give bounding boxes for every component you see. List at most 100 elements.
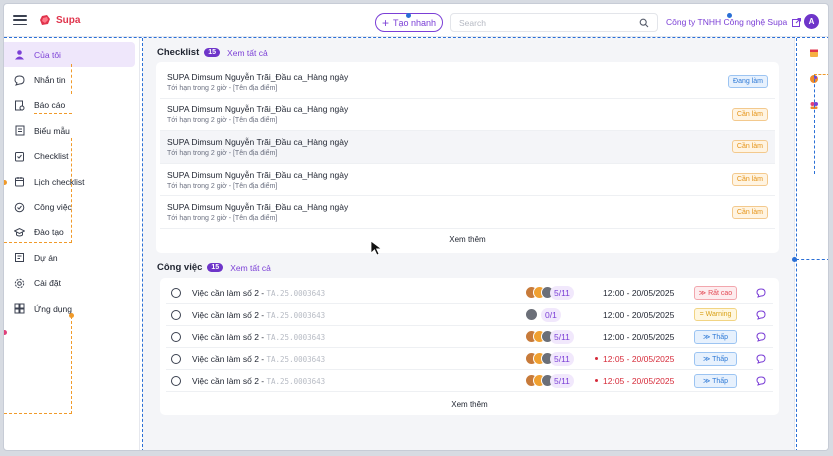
task-row[interactable]: Việc cần làm số 2 - TA.25.0003643 0/1 12… [166, 304, 773, 326]
status-badge: Cần làm [731, 107, 768, 121]
task-icon [14, 202, 25, 212]
search-box[interactable] [450, 13, 658, 32]
app-name: Supa [56, 14, 81, 26]
report-icon [15, 100, 25, 111]
guide-line [814, 74, 828, 75]
task-progress: 5/11 [550, 373, 574, 388]
guide-point [792, 257, 797, 262]
task-row[interactable]: Việc cần làm số 2 - TA.25.0003643 5/11 1… [166, 370, 773, 392]
double-chevron-down-icon: ≫ [702, 355, 713, 363]
task-row[interactable]: Việc cần làm số 2 - TA.25.0003643 5/11 1… [166, 348, 773, 370]
checklist-row[interactable]: SUPA Dimsum Nguyễn Trãi_Đầu ca_Hàng ngày… [160, 196, 775, 229]
settings-icon [14, 278, 25, 288]
task-progress: 0/1 [541, 307, 561, 322]
guide-line [796, 259, 828, 260]
task-row[interactable]: Việc cần làm số 2 - TA.25.0003643 5/11 1… [166, 282, 773, 304]
checklist-row[interactable]: SUPA Dimsum Nguyễn Trãi_Đầu ca_Hàng ngày… [160, 131, 775, 164]
checklist-title: Checklist [157, 47, 200, 58]
assignee-avatars[interactable] [525, 330, 554, 343]
status-badge: Cần làm [731, 173, 768, 187]
calendar-app-icon[interactable] [809, 48, 819, 58]
sidebar-item-label: Nhắn tin [34, 75, 66, 86]
task-complete-toggle[interactable] [171, 353, 181, 364]
comment-icon[interactable] [756, 353, 766, 364]
checklist-see-all-link[interactable]: Xem tất cả [227, 48, 268, 58]
comment-icon[interactable] [756, 331, 766, 342]
task-complete-toggle[interactable] [171, 331, 181, 342]
checklist-row[interactable]: SUPA Dimsum Nguyễn Trãi_Đầu ca_Hàng ngày… [160, 66, 775, 99]
tasks-count-badge: 15 [207, 263, 224, 272]
guide-line [71, 316, 72, 414]
main-content: Checklist 15 Xem tất cả SUPA Dimsum Nguy… [142, 38, 794, 450]
assignee-avatars[interactable] [525, 286, 554, 299]
checklist-row[interactable]: SUPA Dimsum Nguyễn Trãi_Đầu ca_Hàng ngày… [160, 99, 775, 132]
guide-line [34, 113, 72, 114]
double-chevron-up-icon: ≫ [698, 289, 709, 297]
guide-line [4, 242, 72, 243]
assignee-avatars[interactable] [525, 352, 554, 365]
checklist-see-more-button[interactable]: Xem thêm [156, 229, 779, 251]
company-switcher[interactable]: Công ty TNHH Công nghệ Supa [666, 17, 802, 27]
task-code: TA.25.0003643 [266, 310, 326, 320]
tasks-card: Việc cần làm số 2 - TA.25.0003643 5/11 1… [160, 278, 779, 415]
assignee-avatars[interactable] [525, 308, 538, 321]
checklist-row-title: SUPA Dimsum Nguyễn Trãi_Đầu ca_Hàng ngày [167, 202, 349, 213]
sidebar-item-label: Lịch checklist [34, 176, 85, 187]
guide-point [69, 313, 74, 318]
calendar-icon [15, 177, 24, 187]
overdue-dot-icon [595, 357, 598, 360]
guide-line [142, 38, 143, 450]
apps-icon [14, 303, 25, 314]
guide-line [71, 138, 72, 243]
logo[interactable]: Supa [39, 14, 80, 26]
sidebar-item-projects[interactable]: Dự án [4, 245, 139, 270]
task-complete-toggle[interactable] [171, 375, 181, 386]
checklist-count-badge: 15 [204, 48, 221, 57]
sidebar-item-my[interactable]: Của tôi [4, 42, 135, 68]
user-icon [15, 50, 24, 60]
sidebar-item-label: Đào tạo [34, 227, 64, 238]
tasks-see-more-button[interactable]: Xem thêm [160, 392, 779, 417]
task-deadline: 12:00 - 20/05/2025 [603, 331, 675, 342]
task-deadline: 12:00 - 20/05/2025 [603, 287, 675, 298]
status-badge: Cần làm [731, 205, 768, 219]
priority-badge: ≫ Rất cao [694, 285, 737, 300]
checklist-row[interactable]: SUPA Dimsum Nguyễn Trãi_Đầu ca_Hàng ngày… [160, 164, 775, 197]
task-progress: 5/11 [550, 329, 574, 344]
task-complete-toggle[interactable] [171, 309, 181, 320]
quick-create-label: Tạo nhanh [392, 17, 437, 28]
task-deadline: 12:00 - 20/05/2025 [603, 309, 675, 320]
sidebar-item-label: Dự án [34, 252, 58, 263]
sidebar-item-label: Biểu mẫu [34, 125, 70, 136]
sidebar-item-settings[interactable]: Cài đặt [4, 271, 139, 296]
search-icon[interactable] [639, 18, 649, 28]
top-bar: Supa + Tạo nhanh Công ty TNHH Công nghệ … [4, 4, 828, 37]
sidebar-item-reports[interactable]: Báo cáo [4, 93, 139, 118]
user-avatar[interactable]: A [804, 14, 819, 29]
priority-badge: = Warning [694, 308, 737, 321]
comment-icon[interactable] [756, 375, 766, 386]
supa-logo-icon [40, 15, 50, 25]
checklist-header: Checklist 15 Xem tất cả [157, 47, 268, 58]
checklist-row-title: SUPA Dimsum Nguyễn Trãi_Đầu ca_Hàng ngày [167, 169, 349, 180]
guide-line [4, 450, 829, 451]
task-name: Việc cần làm số 2 - TA.25.0003643 [192, 353, 326, 364]
guide-line [796, 38, 797, 450]
search-input[interactable] [459, 17, 639, 28]
comment-icon[interactable] [756, 309, 766, 320]
checklist-row-subtitle: Tới hạn trong 2 giờ - [Tên địa điểm] [167, 117, 278, 125]
training-icon [14, 227, 25, 237]
menu-icon[interactable] [13, 15, 27, 25]
sidebar-item-label: Báo cáo [34, 100, 66, 111]
company-name: Công ty TNHH Công nghệ Supa [666, 17, 788, 27]
tasks-see-all-link[interactable]: Xem tất cả [230, 263, 271, 273]
task-row[interactable]: Việc cần làm số 2 - TA.25.0003643 5/11 1… [166, 326, 773, 348]
checklist-row-title: SUPA Dimsum Nguyễn Trãi_Đầu ca_Hàng ngày [167, 71, 349, 82]
assignee-avatars[interactable] [525, 374, 554, 387]
sidebar-item-label: Checklist [34, 151, 69, 162]
app-window: Supa + Tạo nhanh Công ty TNHH Công nghệ … [3, 3, 829, 451]
comment-icon[interactable] [756, 287, 766, 298]
tasks-header: Công việc 15 Xem tất cả [157, 262, 271, 273]
checklist-row-title: SUPA Dimsum Nguyễn Trãi_Đầu ca_Hàng ngày [167, 104, 349, 115]
task-complete-toggle[interactable] [171, 287, 181, 298]
